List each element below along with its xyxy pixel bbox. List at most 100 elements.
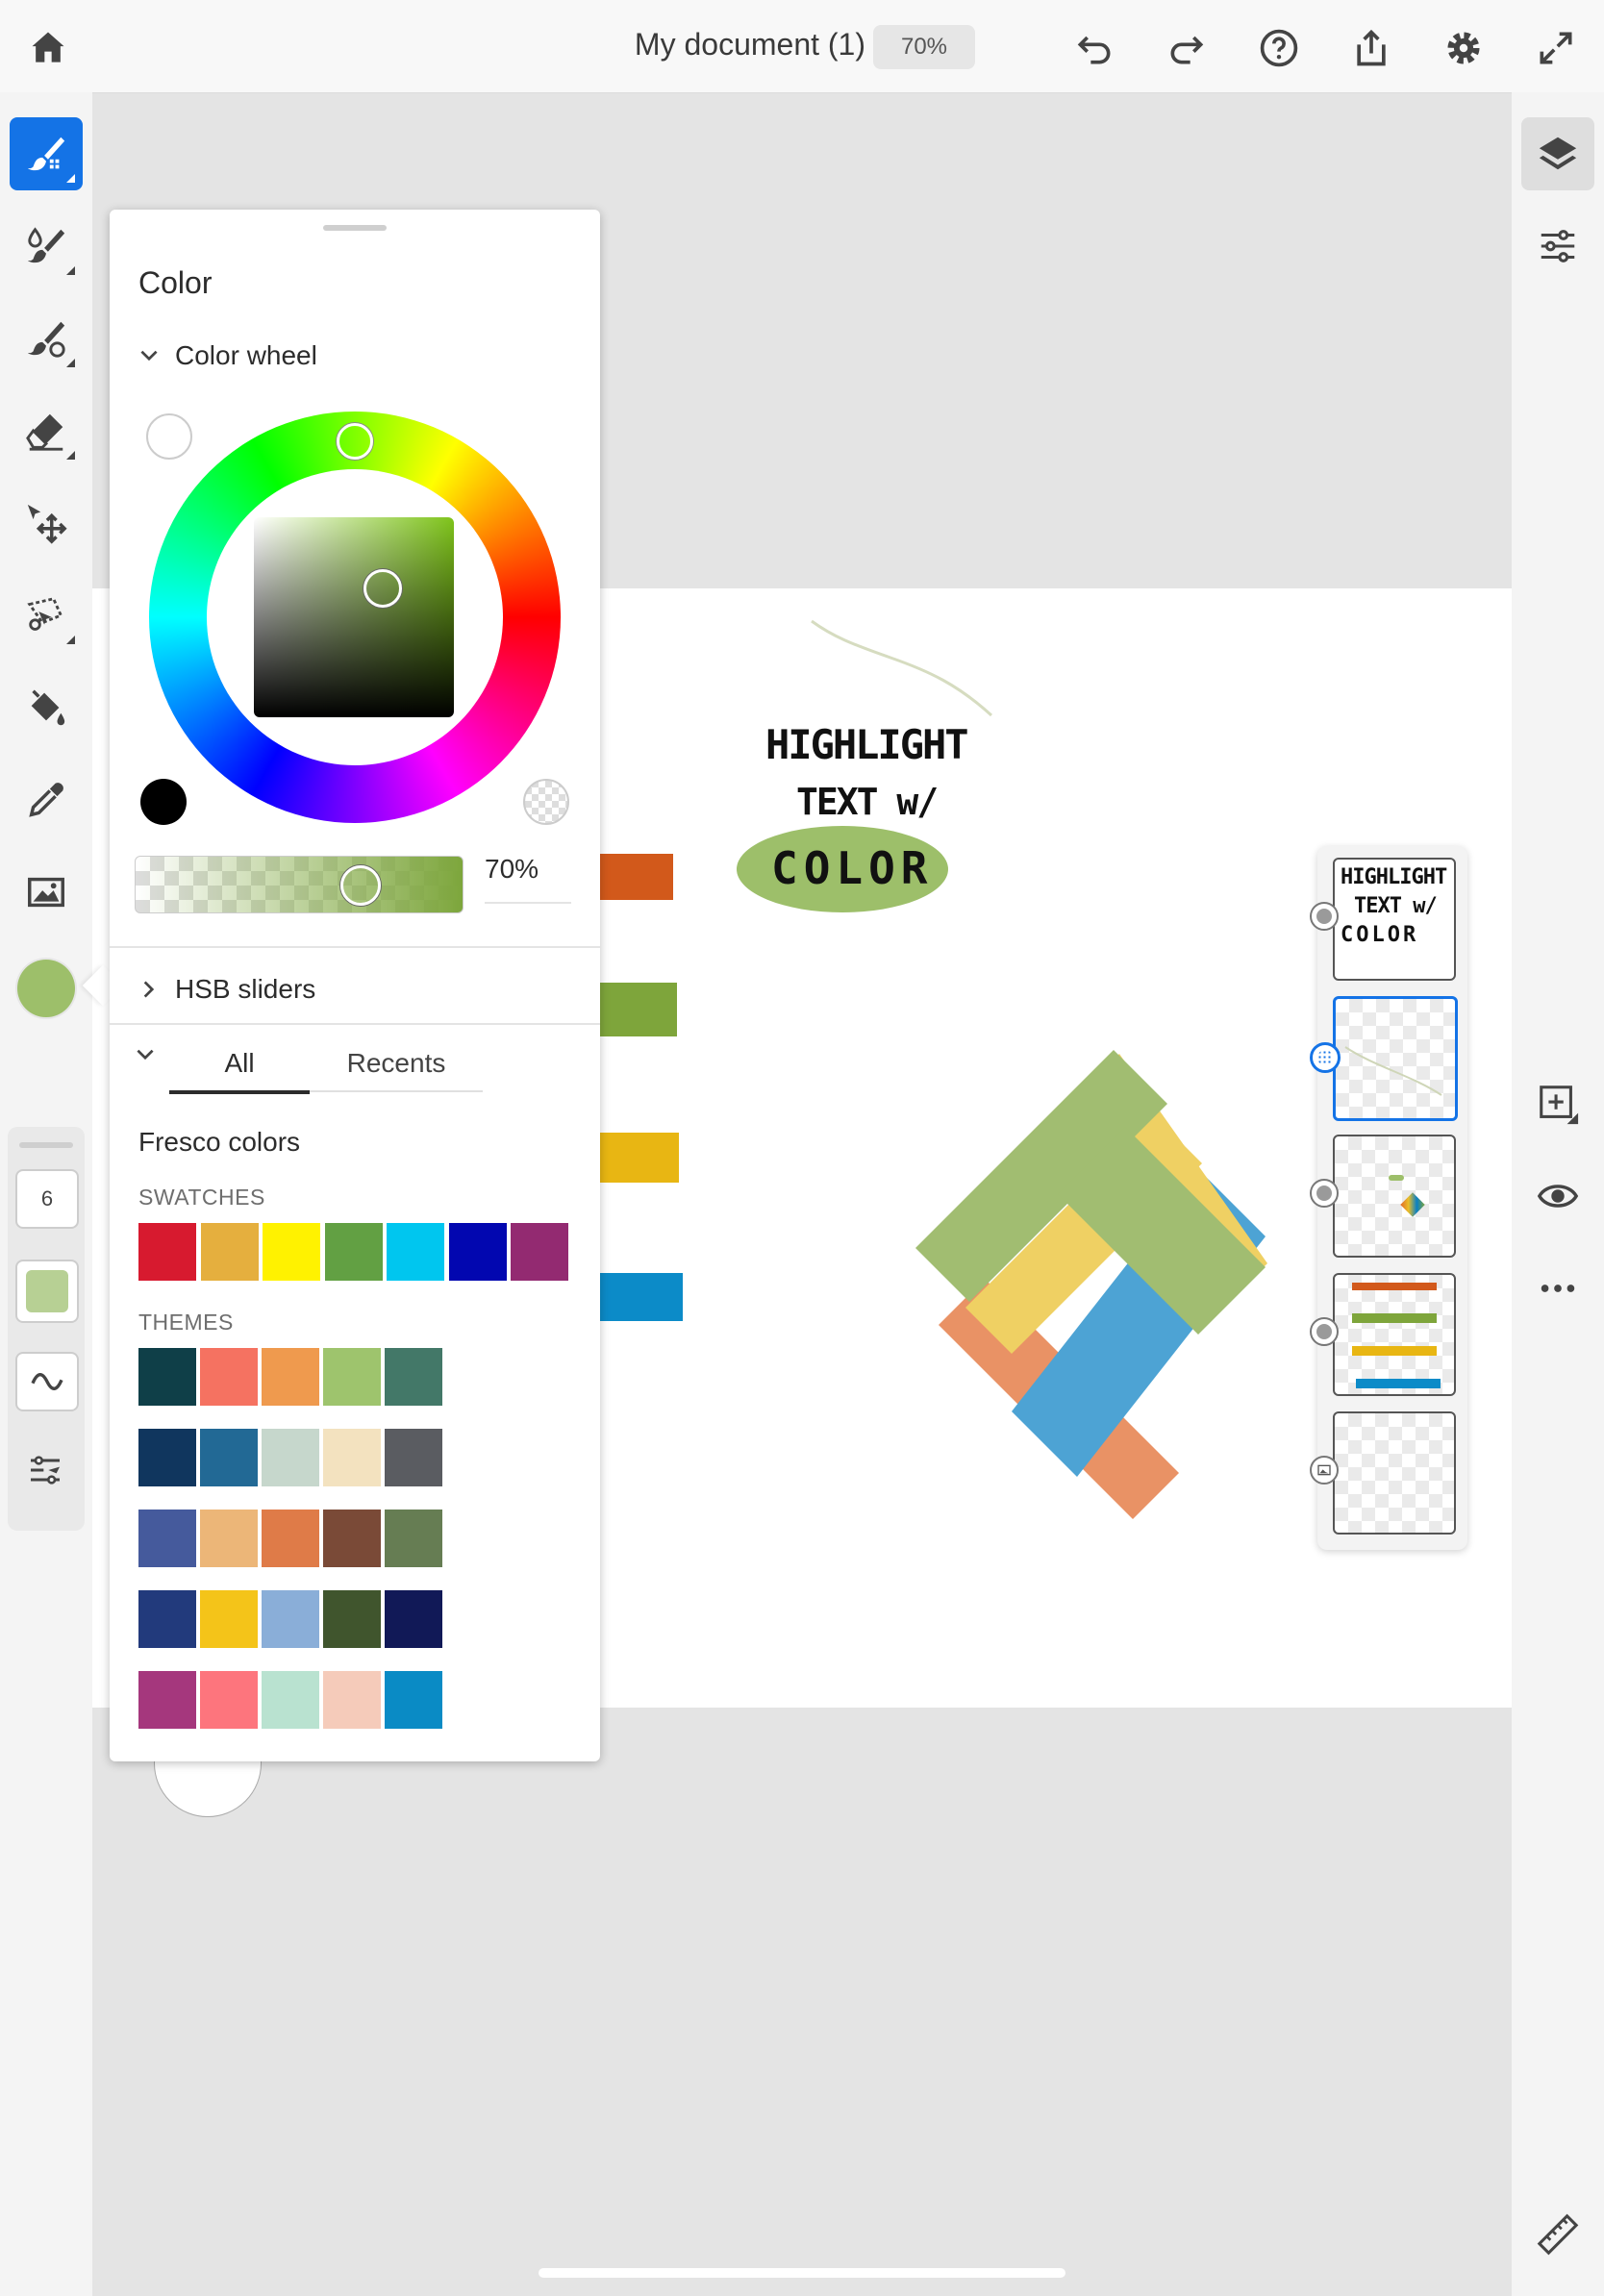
layer-indicator-2-selected[interactable] <box>1310 1042 1341 1073</box>
opacity-value[interactable]: 70% <box>485 854 571 904</box>
move-tool[interactable] <box>10 487 83 560</box>
left-toolbar: 6 <box>0 92 92 2296</box>
document-title[interactable]: My document (1) <box>577 27 865 62</box>
theme-swatch[interactable] <box>323 1510 381 1567</box>
swatch[interactable] <box>511 1223 568 1281</box>
theme-swatch[interactable] <box>138 1590 196 1648</box>
theme-swatch[interactable] <box>385 1590 442 1648</box>
vector-brush-icon <box>27 321 65 358</box>
brush-smoothing-field[interactable] <box>15 1352 79 1411</box>
theme-swatch[interactable] <box>262 1510 319 1567</box>
theme-swatch[interactable] <box>262 1348 319 1406</box>
theme-swatch[interactable] <box>262 1429 319 1486</box>
layer-thumb-line-2: TEXT w/ <box>1354 894 1438 918</box>
hsb-label: HSB sliders <box>175 974 316 1004</box>
fullscreen-icon[interactable] <box>1531 23 1581 73</box>
theme-swatch[interactable] <box>385 1429 442 1486</box>
brush-size-field[interactable]: 6 <box>15 1169 79 1229</box>
eyedropper-tool[interactable] <box>10 763 83 836</box>
gear-icon[interactable] <box>1439 23 1489 73</box>
layers-button[interactable] <box>1521 117 1594 190</box>
swatch[interactable] <box>263 1223 320 1281</box>
library-name[interactable]: Fresco colors <box>138 1127 300 1158</box>
layer-indicator-3[interactable] <box>1310 1179 1339 1208</box>
layer-properties-button[interactable] <box>1521 210 1594 283</box>
opacity-slider[interactable] <box>135 856 464 913</box>
visibility-button[interactable] <box>1521 1160 1594 1233</box>
handwriting-line-2: TEXT w/ <box>796 781 939 823</box>
swatch[interactable] <box>387 1223 444 1281</box>
current-color-swatch[interactable] <box>17 960 75 1017</box>
theme-swatch[interactable] <box>262 1671 319 1729</box>
brush-opacity-field[interactable] <box>15 1260 79 1323</box>
white-swatch[interactable] <box>146 413 192 460</box>
tab-recents[interactable]: Recents <box>310 1036 483 1092</box>
tab-all[interactable]: All <box>169 1036 310 1094</box>
eraser-tool[interactable] <box>10 394 83 467</box>
theme-swatch[interactable] <box>385 1510 442 1567</box>
theme-swatch[interactable] <box>200 1590 258 1648</box>
theme-swatch[interactable] <box>138 1429 196 1486</box>
swatch[interactable] <box>200 1223 259 1281</box>
theme-swatch[interactable] <box>323 1671 381 1729</box>
theme-swatch[interactable] <box>200 1429 258 1486</box>
layer-thumb-stripes[interactable] <box>1333 1273 1456 1396</box>
layer-thumb-art[interactable] <box>1333 1135 1456 1258</box>
eraser-icon <box>26 413 63 451</box>
stripe-orange <box>600 854 673 900</box>
swatch[interactable] <box>138 1223 196 1281</box>
undo-icon[interactable] <box>1069 23 1119 73</box>
ruler-button[interactable] <box>1521 2198 1594 2271</box>
more-icon <box>1541 1285 1575 1292</box>
theme-swatch[interactable] <box>323 1590 381 1648</box>
home-indicator[interactable] <box>539 2268 1065 2278</box>
group-handle[interactable] <box>19 1142 73 1148</box>
fill-tool[interactable] <box>10 671 83 744</box>
panel-drag-handle[interactable] <box>323 225 387 231</box>
image-tool[interactable] <box>10 856 83 929</box>
theme-swatch[interactable] <box>200 1671 258 1729</box>
swatch[interactable] <box>324 1223 383 1281</box>
transparent-swatch[interactable] <box>523 779 569 825</box>
color-wheel-section-toggle[interactable]: Color wheel <box>137 337 540 375</box>
more-button[interactable] <box>1521 1252 1594 1325</box>
theme-swatch[interactable] <box>200 1348 258 1406</box>
layer-indicator-1[interactable] <box>1310 902 1339 931</box>
theme-swatch[interactable] <box>262 1590 319 1648</box>
theme-swatch[interactable] <box>138 1671 196 1729</box>
swatches-label: SWATCHES <box>138 1185 265 1210</box>
brush-settings-button[interactable] <box>15 1440 75 1500</box>
pixel-brush-tool[interactable] <box>10 117 83 190</box>
layer-thumb-background[interactable] <box>1333 1411 1456 1535</box>
theme-swatch[interactable] <box>200 1510 258 1567</box>
live-brush-tool[interactable] <box>10 210 83 283</box>
layer-indicator-4[interactable] <box>1310 1317 1339 1346</box>
home-icon[interactable] <box>23 23 73 73</box>
share-icon[interactable] <box>1346 23 1396 73</box>
black-swatch[interactable] <box>140 779 187 825</box>
zoom-level[interactable]: 70% <box>873 25 975 69</box>
layer-thumb-text[interactable]: HIGHLIGHT TEXT w/ COLOR <box>1333 858 1456 981</box>
redo-icon[interactable] <box>1162 23 1212 73</box>
add-layer-button[interactable] <box>1521 1067 1594 1140</box>
theme-swatch[interactable] <box>138 1510 196 1567</box>
hsb-section-toggle[interactable]: HSB sliders <box>137 963 540 1015</box>
swatch[interactable] <box>448 1223 507 1281</box>
theme-swatch[interactable] <box>323 1348 381 1406</box>
chevron-down-icon <box>140 350 158 362</box>
saturation-brightness-square[interactable] <box>254 517 454 717</box>
layer-indicator-5[interactable] <box>1310 1456 1339 1485</box>
opacity-handle[interactable] <box>340 865 381 906</box>
theme-swatch[interactable] <box>385 1671 442 1729</box>
layer-properties-icon <box>1541 230 1575 262</box>
theme-swatch[interactable] <box>385 1348 442 1406</box>
selection-tool[interactable] <box>10 579 83 652</box>
help-icon[interactable] <box>1254 23 1304 73</box>
hue-handle[interactable] <box>337 423 373 460</box>
theme-swatch[interactable] <box>138 1348 196 1406</box>
library-collapse-toggle[interactable] <box>133 1042 171 1081</box>
saturation-handle[interactable] <box>363 569 402 608</box>
layer-thumb-stroke[interactable] <box>1333 996 1458 1121</box>
theme-swatch[interactable] <box>323 1429 381 1486</box>
vector-brush-tool[interactable] <box>10 302 83 375</box>
